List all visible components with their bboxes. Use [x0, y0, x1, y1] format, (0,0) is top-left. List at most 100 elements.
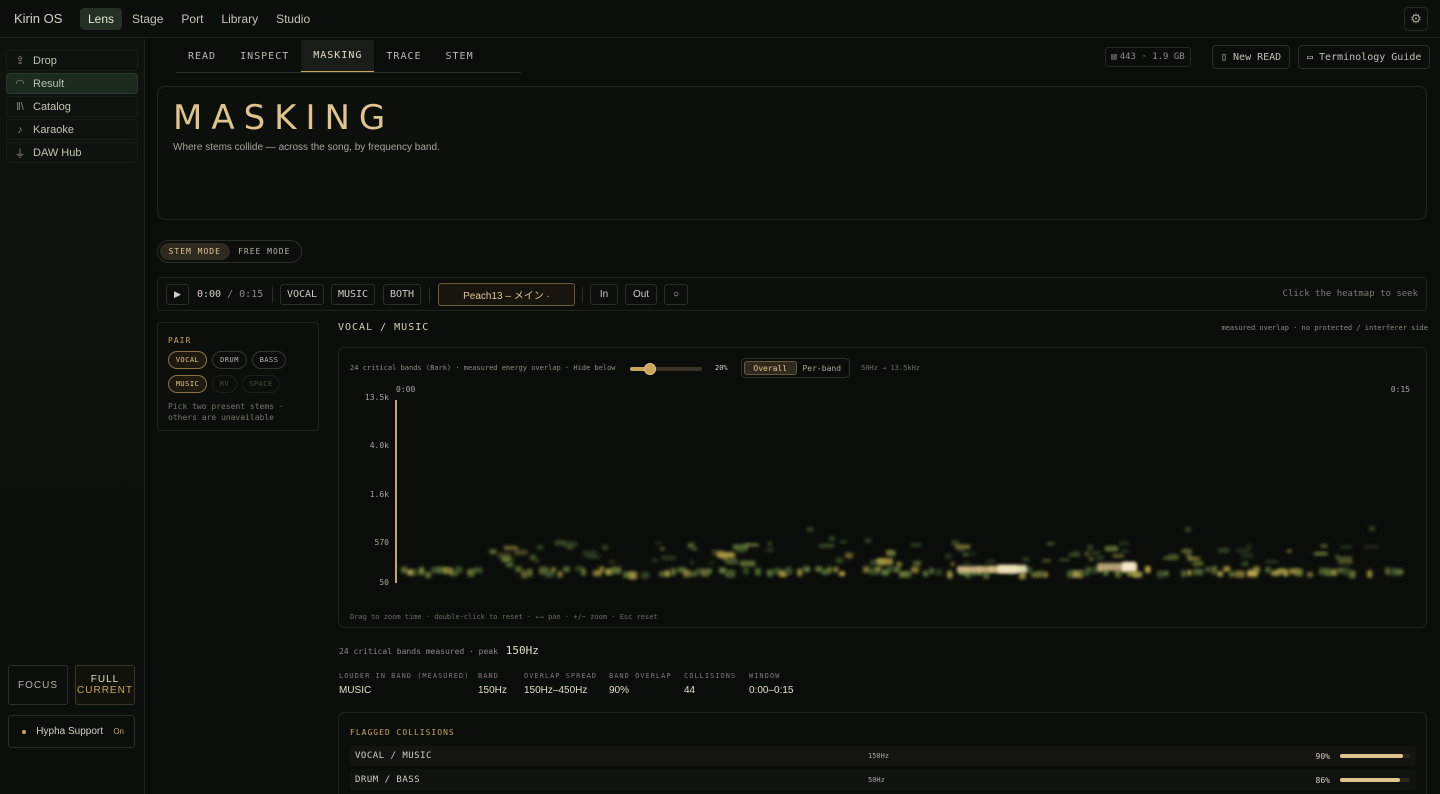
heat-cell	[997, 565, 1027, 573]
view-overall-button[interactable]: Overall	[744, 361, 797, 375]
heat-cell	[1307, 571, 1314, 578]
flagged-collisions-panel: FLAGGED COLLISIONS VOCAL / MUSIC 150Hz 9…	[338, 712, 1427, 794]
refresh-icon: ◠	[15, 78, 25, 90]
heat-cell	[767, 541, 773, 546]
heat-cell	[1042, 559, 1052, 563]
sidebar-item-catalog[interactable]: ‖\ Catalog	[6, 96, 138, 117]
heat-cell	[661, 555, 677, 561]
chip-drum[interactable]: DRUM	[212, 351, 247, 369]
play-icon[interactable]: ▶	[166, 284, 189, 305]
y-tick: 1.6k	[369, 490, 389, 499]
heat-cell	[1369, 526, 1375, 531]
heat-cell	[1084, 551, 1091, 557]
peak-text: 24 critical bands measured · peak	[339, 647, 498, 656]
heat-cell	[1265, 566, 1271, 573]
topnav-stage[interactable]: Stage	[124, 8, 171, 30]
sidebar-item-result[interactable]: ◠ Result	[6, 73, 138, 94]
topnav-library[interactable]: Library	[213, 8, 266, 30]
tab-stem[interactable]: STEM	[434, 40, 486, 73]
heat-cell	[1246, 543, 1253, 550]
heat-cell	[829, 536, 835, 541]
metric-collisions: COLLISIONS 44	[684, 672, 736, 696]
heat-cell	[1336, 556, 1353, 560]
pair-note: Pick two present stems · others are unav…	[168, 402, 284, 422]
peak-value: 150Hz	[505, 644, 539, 657]
heatmap-canvas[interactable]	[397, 400, 1407, 585]
collision-bar	[1340, 778, 1410, 782]
heat-cell	[1339, 545, 1353, 549]
heat-cell	[725, 559, 739, 565]
heat-cell	[785, 566, 793, 575]
heat-cell	[1343, 567, 1350, 576]
heat-cell	[1120, 549, 1129, 553]
new-read-button[interactable]: ▯ New READ	[1212, 45, 1291, 69]
pair-label: PAIR	[168, 336, 192, 345]
in-point-button[interactable]: In	[590, 284, 618, 305]
metric-label: COLLISIONS	[684, 672, 737, 680]
music-button[interactable]: MUSIC	[331, 284, 375, 305]
heat-cell	[839, 571, 846, 577]
sidebar-item-karaoke[interactable]: ♪ Karaoke	[6, 119, 138, 140]
heatmap-footer: Drag to zoom time · double-click to rese…	[350, 613, 658, 621]
metric-label: LOUDER IN BAND (MEASURED)	[339, 672, 470, 680]
full-label: FULL	[90, 674, 120, 685]
library-icon: ‖\	[16, 100, 24, 113]
chip-vocal[interactable]: VOCAL	[168, 351, 207, 369]
topnav-studio[interactable]: Studio	[268, 8, 318, 30]
heat-cell	[1217, 571, 1224, 577]
tab-divider	[176, 72, 521, 73]
both-button[interactable]: BOTH	[383, 284, 421, 305]
metric-value: 150Hz	[478, 685, 507, 696]
out-point-button[interactable]: Out	[625, 284, 657, 305]
hypha-support-toggle[interactable]: Hypha Support On	[8, 715, 135, 748]
tab-masking[interactable]: MASKING	[301, 40, 375, 73]
heat-cell	[690, 560, 695, 565]
loop-reset-icon[interactable]: ○	[664, 284, 688, 305]
terminology-guide-button[interactable]: ▭ Terminology Guide	[1298, 45, 1431, 69]
full-current-button[interactable]: FULL CURRENT	[75, 665, 135, 705]
heat-cell	[641, 571, 650, 579]
chip-music[interactable]: MUSIC	[168, 375, 207, 393]
tab-trace[interactable]: TRACE	[374, 40, 433, 73]
heat-cell	[797, 568, 803, 577]
collision-bar-fill	[1340, 778, 1401, 782]
tab-read[interactable]: READ	[176, 40, 228, 73]
sidebar-item-drop[interactable]: ⇪ Drop	[6, 50, 138, 71]
heat-cell	[803, 566, 811, 573]
vocal-button[interactable]: VOCAL	[280, 284, 324, 305]
topnav-port[interactable]: Port	[173, 8, 211, 30]
heat-cell	[743, 567, 749, 575]
collision-band: 150Hz	[868, 752, 890, 760]
frequency-range: 50Hz → 13.5kHz	[861, 364, 921, 372]
hero-panel: MASKING Where stems collide — across the…	[157, 86, 1427, 220]
heat-cell	[1313, 551, 1328, 556]
sidebar-item-label: Catalog	[33, 100, 71, 113]
heat-cell	[947, 570, 953, 579]
stem-mode-button[interactable]: STEM MODE	[160, 243, 230, 260]
heat-cell	[473, 567, 483, 573]
heat-cell	[691, 547, 699, 551]
view-perband-button[interactable]: Per-band	[797, 361, 848, 375]
topnav-lens[interactable]: Lens	[80, 7, 123, 30]
sidebar-item-daw-hub[interactable]: ⏚ DAW Hub	[6, 142, 138, 163]
collision-band: 50Hz	[868, 776, 885, 784]
heat-cell	[599, 566, 605, 573]
song-selector[interactable]: Peach13 – メイン ·	[438, 283, 575, 306]
collision-row[interactable]: DRUM / BASS 50Hz 86%	[350, 770, 1416, 790]
tab-inspect[interactable]: INSPECT	[228, 40, 301, 73]
gear-icon[interactable]: ⚙	[1404, 7, 1428, 31]
y-tick: 4.0k	[369, 441, 389, 450]
threshold-slider[interactable]	[630, 363, 702, 375]
free-mode-button[interactable]: FREE MODE	[230, 243, 300, 260]
heatmap-heading: VOCAL / MUSIC	[338, 322, 430, 333]
heat-cell	[563, 566, 571, 573]
heat-cell	[527, 568, 533, 577]
focus-button[interactable]: FOCUS	[8, 665, 68, 705]
hypha-label: Hypha Support	[36, 725, 104, 737]
chip-bass[interactable]: BASS	[252, 351, 286, 369]
slider-handle[interactable]	[644, 363, 657, 375]
heat-cell	[1095, 555, 1105, 560]
heatmap-meta: measured overlap · no protected / interf…	[1221, 324, 1428, 332]
collision-row[interactable]: VOCAL / MUSIC 150Hz 90%	[350, 746, 1416, 766]
heat-cell	[950, 561, 955, 567]
